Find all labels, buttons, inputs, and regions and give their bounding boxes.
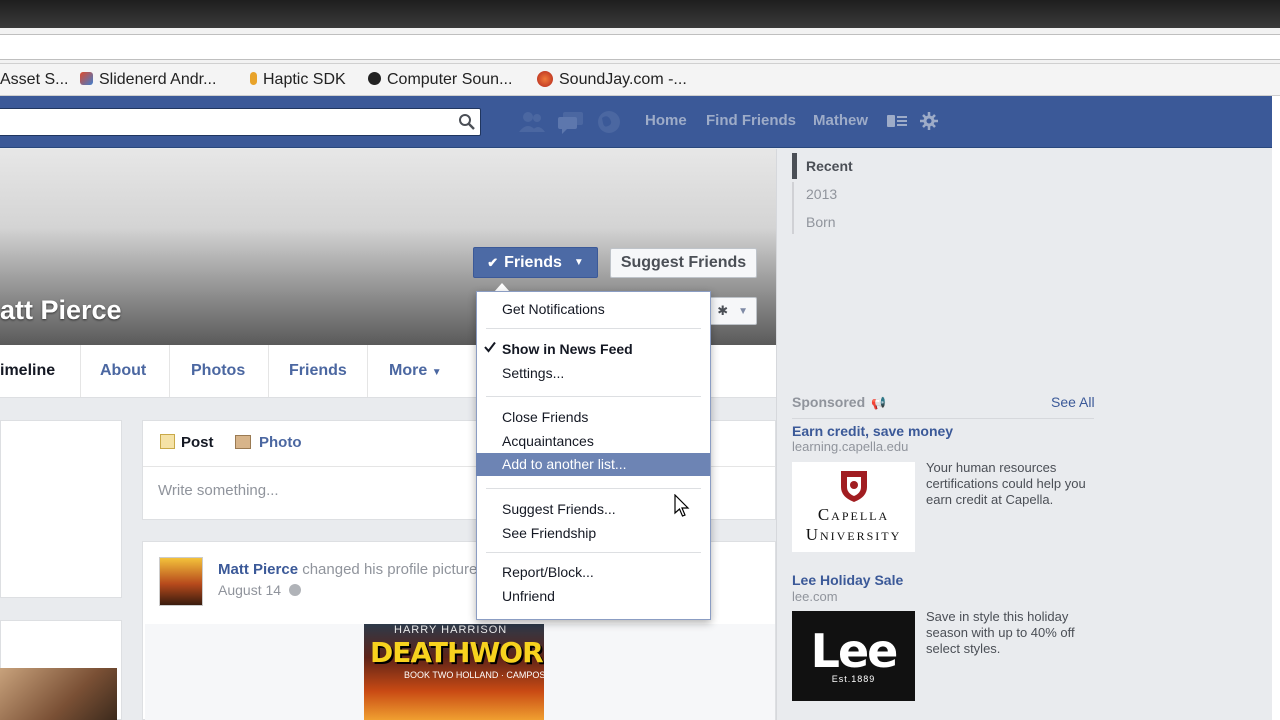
story-timestamp[interactable]: August 14: [218, 582, 301, 598]
address-bar[interactable]: [0, 34, 1280, 60]
shield-icon: [840, 471, 867, 502]
ad-url: learning.capella.edu: [792, 439, 909, 454]
tab-timeline[interactable]: imeline: [0, 345, 55, 397]
soundjay-icon: [537, 71, 553, 87]
bookmark-computer-sound[interactable]: Computer Soun...: [368, 70, 512, 90]
menu-settings[interactable]: Settings...: [502, 365, 564, 381]
tab-divider: [367, 345, 368, 397]
left-info-box: [0, 420, 122, 598]
tab-more[interactable]: More ▼: [389, 345, 442, 397]
menu-get-notifications[interactable]: Get Notifications: [502, 301, 605, 317]
tab-photos[interactable]: Photos: [191, 345, 245, 397]
caret-down-icon: ▼: [738, 305, 748, 317]
window-edge: [1272, 96, 1280, 720]
ad-title[interactable]: Lee Holiday Sale: [792, 572, 903, 588]
menu-see-friendship[interactable]: See Friendship: [502, 525, 596, 541]
browser-title-bar: [0, 0, 1280, 28]
menu-separator: [486, 552, 701, 553]
caret-down-icon: ▼: [431, 367, 442, 378]
public-globe-icon: [288, 584, 301, 596]
friend-photo-thumbnail[interactable]: [0, 668, 117, 720]
notifications-globe-icon[interactable]: [597, 110, 623, 136]
messages-icon[interactable]: [556, 110, 586, 134]
bookmark-slidenerd[interactable]: Slidenerd Andr...: [80, 70, 216, 90]
story-author-link[interactable]: Matt Pierce: [218, 561, 298, 578]
menu-add-to-another-list[interactable]: Add to another list...: [502, 456, 627, 472]
story-action: changed his profile picture: [302, 561, 478, 578]
year-born[interactable]: Born: [806, 214, 836, 230]
search-input[interactable]: [0, 108, 481, 136]
ad-url: lee.com: [792, 589, 838, 604]
menu-unfriend[interactable]: Unfriend: [502, 588, 555, 604]
slidenerd-icon: [80, 72, 93, 85]
ad-text: Save in style this holiday season with u…: [926, 609, 1075, 656]
comic-title: DEATHWORLD: [370, 636, 544, 669]
see-all-link[interactable]: See All: [1051, 394, 1095, 410]
composer-post-tab[interactable]: Post: [160, 434, 214, 451]
year-2013[interactable]: 2013: [806, 186, 837, 202]
tab-friends[interactable]: Friends: [289, 345, 347, 397]
haptic-icon: [250, 72, 257, 85]
bookmark-soundjay[interactable]: SoundJay.com -...: [537, 70, 687, 90]
story-photo[interactable]: HARRY HARRISON DEATHWORLD BOOK TWO HOLLA…: [364, 624, 544, 720]
caret-down-icon: ▼: [573, 257, 584, 268]
comic-subtitle: BOOK TWO HOLLAND · CAMPOS: [404, 670, 544, 680]
menu-separator: [486, 328, 701, 329]
nav-home[interactable]: Home: [645, 112, 687, 129]
composer-photo-tab[interactable]: Photo: [235, 434, 302, 451]
search-icon[interactable]: [458, 113, 476, 131]
sponsored-heading: Sponsored 📢: [792, 394, 886, 410]
timeline-year-marker: [792, 153, 797, 179]
column-divider: [776, 149, 777, 720]
bookmark-haptic-sdk[interactable]: Haptic SDK: [250, 70, 346, 90]
menu-close-friends[interactable]: Close Friends: [502, 409, 588, 425]
menu-show-in-news-feed[interactable]: Show in News Feed: [502, 341, 633, 357]
tab-about[interactable]: About: [100, 345, 146, 397]
friends-button[interactable]: ✔ Friends ▼: [473, 247, 598, 278]
privacy-shortcuts-icon[interactable]: [886, 113, 908, 129]
sponsored-divider: [792, 418, 1094, 419]
tab-divider: [80, 345, 81, 397]
comic-author: HARRY HARRISON: [394, 624, 508, 636]
menu-report-block[interactable]: Report/Block...: [502, 564, 594, 580]
capella-logo[interactable]: Capella University: [792, 462, 915, 552]
friend-requests-icon[interactable]: [517, 110, 547, 134]
nav-find-friends[interactable]: Find Friends: [706, 112, 796, 129]
tab-divider: [169, 345, 170, 397]
tab-divider: [268, 345, 269, 397]
ad-title[interactable]: Earn credit, save money: [792, 423, 953, 439]
profile-options-button[interactable]: ✱ ▼: [706, 297, 757, 325]
computer-sound-icon: [368, 72, 381, 85]
bookmark-asset-store[interactable]: Asset S...: [0, 70, 68, 90]
photo-icon: [235, 435, 251, 449]
nav-profile[interactable]: Mathew: [813, 112, 868, 129]
menu-suggest-friends[interactable]: Suggest Friends...: [502, 501, 616, 517]
menu-separator: [486, 488, 701, 489]
post-icon: [160, 434, 175, 449]
megaphone-icon: 📢: [871, 396, 886, 410]
menu-separator: [486, 396, 701, 397]
check-icon: ✔: [487, 254, 499, 270]
timeline-year-rail: [792, 182, 794, 234]
story-author-avatar[interactable]: [159, 557, 203, 606]
year-recent[interactable]: Recent: [806, 158, 853, 174]
suggest-friends-button[interactable]: Suggest Friends: [610, 248, 757, 278]
lee-logo[interactable]: Lee Est.1889: [792, 611, 915, 701]
menu-acquaintances[interactable]: Acquaintances: [502, 433, 594, 449]
ad-text: Your human resources certifications coul…: [926, 460, 1086, 507]
profile-name[interactable]: att Pierce: [0, 295, 122, 326]
mouse-cursor-icon: [674, 494, 690, 517]
story-header: Matt Pierce changed his profile picture: [218, 561, 477, 578]
composer-input[interactable]: Write something...: [158, 482, 279, 499]
settings-gear-icon[interactable]: [920, 112, 938, 130]
gear-icon: ✱: [717, 303, 729, 318]
check-icon: [484, 341, 496, 353]
